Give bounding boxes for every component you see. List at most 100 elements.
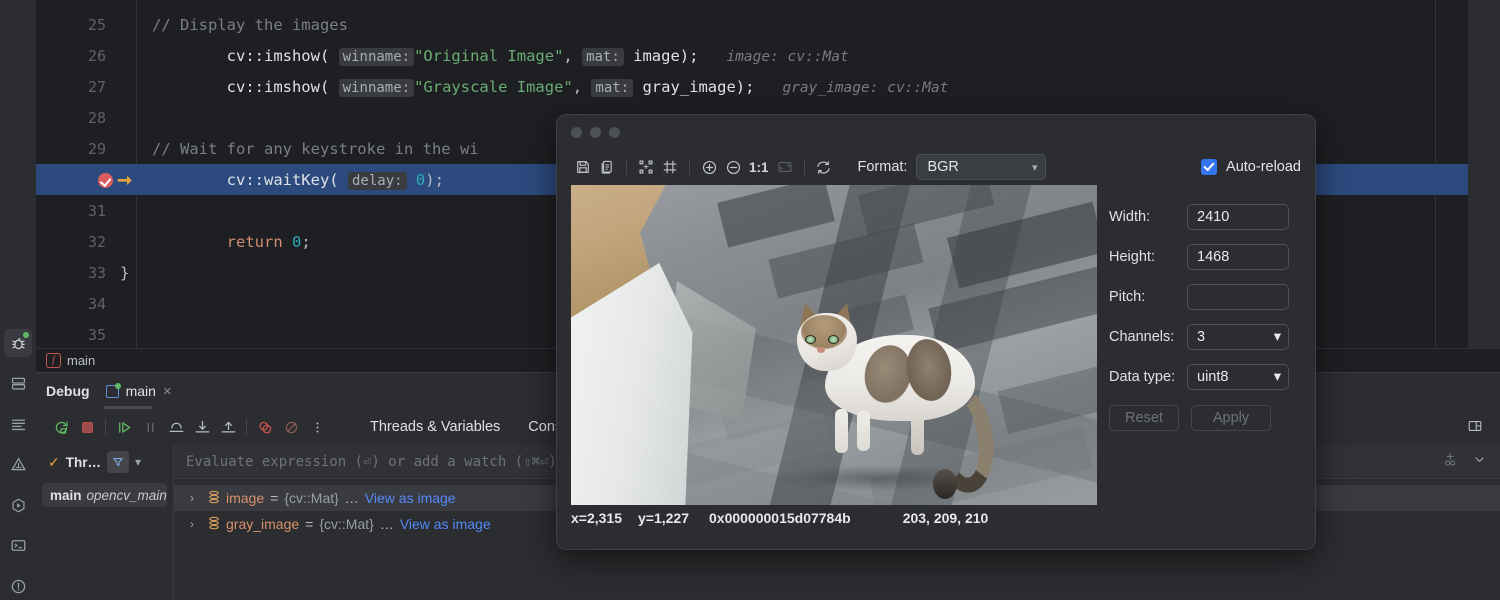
field-datatype: Data type: uint8 ▾: [1109, 357, 1303, 397]
step-out-icon[interactable]: [215, 414, 241, 440]
viewer-titlebar[interactable]: [557, 115, 1315, 149]
line-number: 26: [87, 46, 106, 65]
maximize-window-icon[interactable]: [609, 126, 620, 138]
auto-reload-control[interactable]: Auto-reload: [1201, 159, 1301, 175]
code-text: }: [120, 263, 130, 282]
chevron-down-icon[interactable]: ▾: [135, 455, 141, 469]
field-label: Width:: [1109, 209, 1151, 225]
rail-item-structure[interactable]: [4, 370, 32, 398]
function-icon: f: [46, 353, 61, 368]
close-window-icon[interactable]: [571, 126, 582, 138]
field-label: Channels:: [1109, 329, 1175, 345]
rail-item-terminal[interactable]: [4, 532, 32, 560]
fit-to-window-icon[interactable]: [634, 155, 658, 179]
viewer-properties-panel: Width: 2410 Height: 1468 Pitch: Channels…: [1097, 185, 1303, 549]
code-fn: cv::imshow(: [226, 77, 330, 96]
refresh-icon[interactable]: [812, 155, 836, 179]
crop-grid-icon[interactable]: [658, 155, 682, 179]
line-number: 32: [87, 232, 106, 251]
pitch-input[interactable]: [1187, 284, 1289, 310]
add-watch-icon[interactable]: [1442, 451, 1459, 473]
apply-button[interactable]: Apply: [1191, 405, 1271, 431]
rail-item-debug[interactable]: [4, 329, 32, 357]
width-input[interactable]: 2410: [1187, 204, 1289, 230]
image-viewer-window[interactable]: 1:1 Format: BGR ▾ Auto-reload x=2,315 y=…: [556, 114, 1316, 550]
code-line[interactable]: 27 cv::imshow( winname: "Grayscale Image"…: [36, 71, 1468, 102]
line-number: 29: [87, 139, 106, 158]
debug-session-label: main: [125, 383, 156, 399]
rail-item-notifications[interactable]: [4, 573, 32, 600]
variable-name: image: [226, 490, 265, 506]
stop-icon[interactable]: [74, 414, 100, 440]
variable-equals: =: [270, 490, 279, 506]
view-breakpoints-icon[interactable]: [252, 414, 278, 440]
line-number: 25: [87, 15, 106, 34]
zoom-out-icon[interactable]: [721, 155, 745, 179]
code-fn: cv::waitKey(: [226, 170, 339, 189]
save-icon[interactable]: [571, 155, 595, 179]
split-layout-icon[interactable]: [1464, 415, 1486, 437]
expand-chevron-icon[interactable]: ›: [190, 517, 202, 531]
view-as-image-link[interactable]: View as image: [400, 516, 491, 532]
auto-reload-label: Auto-reload: [1226, 159, 1301, 175]
line-number: 28: [87, 108, 106, 127]
viewer-toolbar: 1:1 Format: BGR ▾ Auto-reload: [557, 149, 1315, 185]
breakpoint-marker[interactable]: ➞: [98, 171, 132, 189]
param-hint: delay:: [347, 171, 407, 190]
param-hint: winname:: [338, 78, 415, 97]
field-pitch: Pitch:: [1109, 277, 1303, 317]
resume-icon[interactable]: [111, 414, 137, 440]
debug-panel-title: Debug: [46, 383, 90, 399]
breakpoint-icon[interactable]: [98, 172, 113, 188]
thread-list-item[interactable]: main opencv_main: [42, 483, 167, 507]
copy-icon[interactable]: [595, 155, 619, 179]
chevron-down-icon: ▾: [1273, 369, 1281, 385]
datatype-select[interactable]: uint8 ▾: [1187, 364, 1289, 390]
auto-reload-checkbox[interactable]: [1201, 159, 1218, 175]
datatype-value: uint8: [1197, 369, 1229, 385]
image-canvas[interactable]: [571, 185, 1097, 505]
field-width: Width: 2410: [1109, 197, 1303, 237]
height-input[interactable]: 1468: [1187, 244, 1289, 270]
reset-button[interactable]: Reset: [1109, 405, 1179, 431]
code-arg: gray_image);: [633, 77, 755, 96]
minimize-window-icon[interactable]: [590, 126, 601, 138]
variable-type: {cv::Mat}: [319, 516, 374, 532]
rail-item-problems[interactable]: [4, 451, 32, 479]
mute-breakpoints-icon[interactable]: [278, 414, 304, 440]
filter-icon[interactable]: [106, 451, 129, 473]
line-number: 35: [87, 325, 106, 344]
run-hexagon-icon: [10, 497, 27, 514]
expand-chevron-icon[interactable]: ›: [190, 491, 202, 505]
channels-value: 3: [1197, 329, 1206, 345]
actual-size-button[interactable]: 1:1: [745, 160, 773, 175]
editor-scrollbar-track[interactable]: [1468, 0, 1500, 348]
debug-session-tab[interactable]: main ×: [103, 373, 174, 409]
code-number: 0: [406, 170, 426, 189]
pixel-value: 203, 209, 210: [902, 510, 989, 526]
line-number: 34: [87, 294, 106, 313]
threads-header: ✓ Thr… ▾: [36, 445, 173, 479]
rail-item-run[interactable]: [4, 491, 32, 519]
rerun-icon[interactable]: [48, 414, 74, 440]
more-options-icon[interactable]: [304, 414, 330, 440]
line-number: 27: [87, 77, 106, 96]
format-select[interactable]: BGR ▾: [916, 154, 1047, 180]
view-as-image-link[interactable]: View as image: [365, 490, 456, 506]
left-tool-rail: [0, 0, 36, 600]
zoom-in-icon[interactable]: [697, 155, 721, 179]
inlay-hint: gray_image: cv::Mat: [782, 79, 949, 96]
variable-type-icon: [208, 516, 220, 533]
code-punct: ;: [301, 232, 311, 251]
chevron-down-icon[interactable]: [1473, 453, 1486, 471]
channels-select[interactable]: 3 ▾: [1187, 324, 1289, 350]
close-icon[interactable]: ×: [163, 384, 172, 399]
step-over-icon[interactable]: [163, 414, 189, 440]
rail-item-todo[interactable]: [4, 410, 32, 438]
code-punct: );: [425, 170, 444, 189]
thread-process: opencv_main: [86, 487, 167, 503]
tab-threads-variables[interactable]: Threads & Variables: [356, 411, 515, 449]
breadcrumb-label: main: [67, 353, 96, 368]
step-into-icon[interactable]: [189, 414, 215, 440]
field-label: Data type:: [1109, 369, 1176, 385]
